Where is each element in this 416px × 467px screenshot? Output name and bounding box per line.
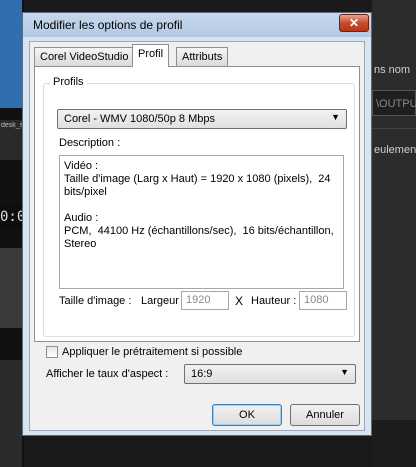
background-thumbnail: desk_s — [0, 120, 23, 160]
background-bottom-bar — [372, 420, 416, 467]
background-strip — [0, 248, 22, 328]
thumbnail-label: desk_s — [1, 122, 23, 129]
background-path-field: \OUTPU — [372, 90, 416, 116]
tab-attributs[interactable]: Attributs — [176, 47, 229, 66]
tab-profil[interactable]: Profil — [132, 44, 170, 67]
preprocess-label[interactable]: Appliquer le prétraitement si possible — [62, 346, 242, 358]
background-left-panel: desk_s 0:00 — [0, 0, 24, 467]
height-label: Hauteur : — [251, 295, 297, 307]
aspect-ratio-value: 16:9 — [191, 368, 213, 380]
width-field[interactable]: 1920 — [181, 291, 229, 310]
background-divider — [372, 128, 416, 129]
background-text: eulemen — [374, 144, 416, 156]
chevron-down-icon: ▼ — [331, 112, 340, 122]
background-preview — [0, 0, 22, 108]
background-strip — [0, 360, 22, 467]
frame-size-label: Taille d'image : — [59, 295, 132, 307]
aspect-ratio-label: Afficher le taux d'aspect : — [46, 368, 169, 380]
profile-select[interactable]: Corel - WMV 1080/50p 8 Mbps ▼ — [57, 109, 347, 129]
profile-options-dialog: Modifier les options de profil ✕ Corel V… — [22, 12, 372, 436]
dialog-title: Modifier les options de profil — [33, 18, 183, 32]
aspect-ratio-select[interactable]: 16:9 ▼ — [184, 364, 356, 384]
description-box[interactable]: Vidéo : Taille d'image (Larg x Haut) = 1… — [59, 155, 344, 289]
close-icon: ✕ — [348, 16, 360, 30]
preprocess-checkbox[interactable] — [46, 346, 58, 358]
background-timecode: 0:00 — [0, 205, 22, 229]
profiles-group-label: Profils — [50, 76, 87, 88]
ok-button[interactable]: OK — [212, 404, 282, 426]
dialog-client-area: Corel VideoStudio Profil Attributs Profi… — [29, 41, 365, 431]
close-button[interactable]: ✕ — [339, 14, 369, 32]
times-sign: X — [235, 294, 244, 308]
chevron-down-icon: ▼ — [340, 367, 349, 377]
background-right-panel: ns nom \OUTPU eulemen — [372, 0, 416, 467]
height-field[interactable]: 1080 — [299, 291, 347, 310]
description-label: Description : — [59, 137, 121, 149]
width-label: Largeur : — [141, 295, 186, 307]
tab-corel-videostudio[interactable]: Corel VideoStudio — [34, 47, 135, 66]
title-bar[interactable]: Modifier les options de profil ✕ — [23, 13, 371, 37]
profile-select-value: Corel - WMV 1080/50p 8 Mbps — [64, 113, 216, 125]
profil-tab-panel: Profils Corel - WMV 1080/50p 8 Mbps ▼ De… — [34, 66, 360, 342]
cancel-button[interactable]: Annuler — [290, 404, 360, 426]
background-text: ns nom — [374, 64, 411, 76]
